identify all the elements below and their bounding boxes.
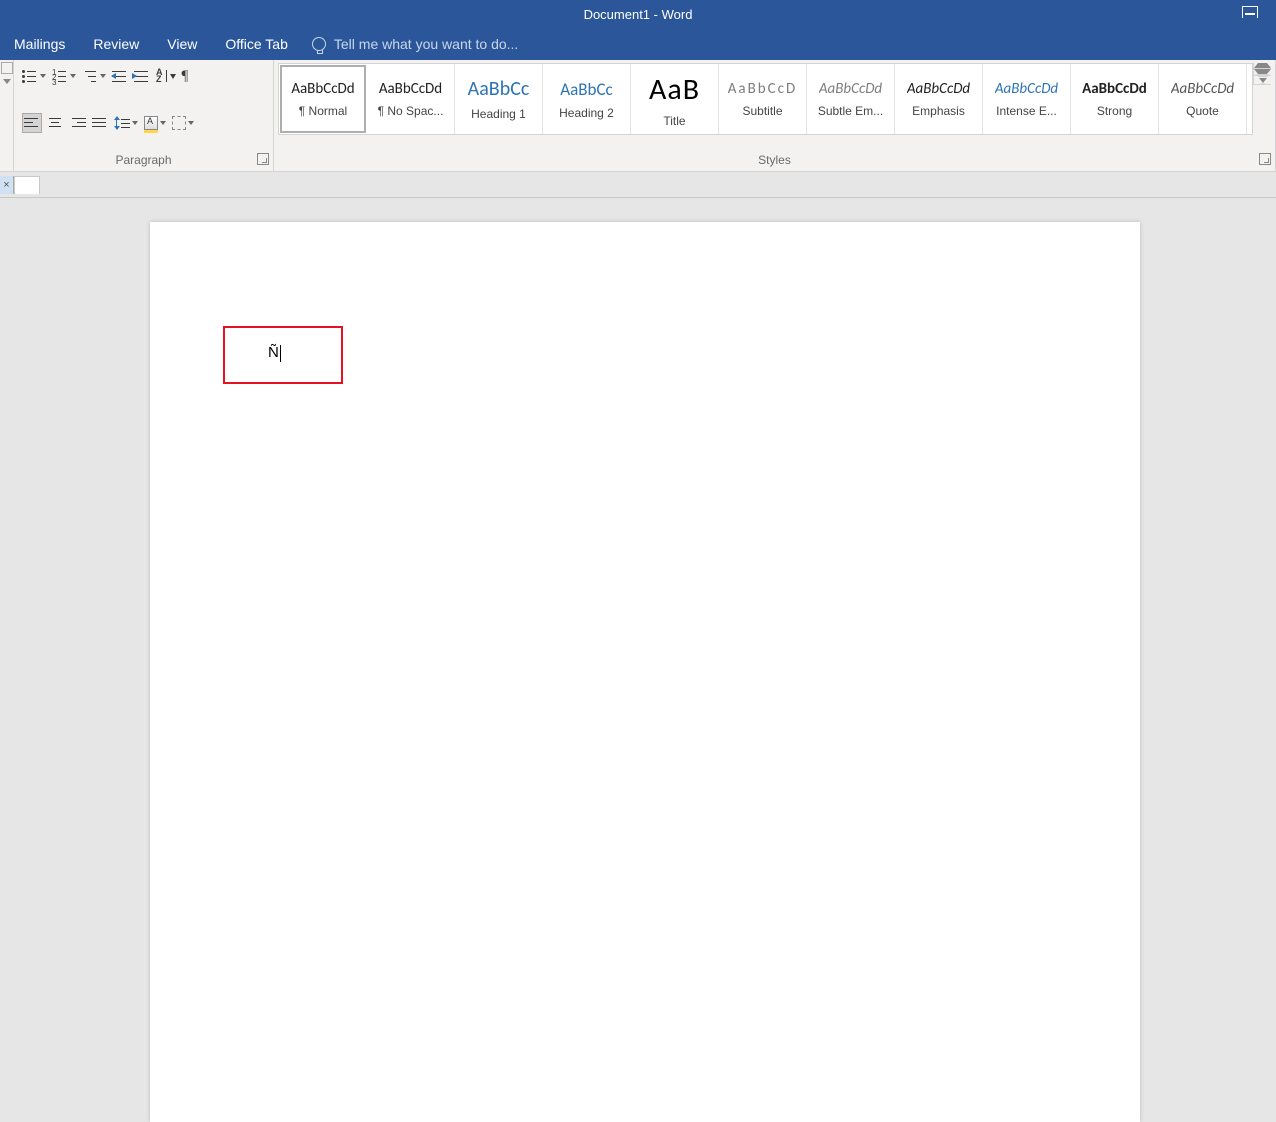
style-subtle-em-[interactable]: AaBbCcDd Subtle Em... (807, 64, 895, 134)
tab-review[interactable]: Review (79, 28, 153, 60)
gallery-down-button[interactable] (1254, 69, 1271, 76)
justify-button[interactable] (92, 113, 108, 133)
pilcrow-icon: ¶ (182, 68, 189, 85)
show-hide-paragraph-button[interactable]: ¶ (182, 66, 189, 86)
shading-icon (144, 116, 158, 130)
style-preview: AaBbCcDd (1082, 80, 1147, 98)
text-cursor (280, 345, 281, 362)
style-name: Quote (1186, 104, 1219, 118)
style-intense-e-[interactable]: AaBbCcDd Intense E... (983, 64, 1071, 134)
style--no-spac-[interactable]: AaBbCcDd ¶ No Spac... (367, 64, 455, 134)
chevron-down-icon (70, 74, 76, 78)
style-emphasis[interactable]: AaBbCcDd Emphasis (895, 64, 983, 134)
style-preview: AaBbCcDd (291, 80, 354, 98)
style-preview: AaB (649, 71, 700, 108)
borders-button[interactable] (172, 113, 194, 133)
style-subtitle[interactable]: AaBbCcD Subtitle (719, 64, 807, 134)
chevron-down-icon (132, 121, 138, 125)
styles-group: AaBbCcDd¶ NormalAaBbCcDd¶ No Spac...AaBb… (274, 60, 1276, 171)
style-name: Heading 2 (559, 106, 614, 120)
style-preview: AaBbCcDd (995, 80, 1058, 98)
style-heading-1[interactable]: AaBbCc Heading 1 (455, 64, 543, 134)
annotation-box (223, 326, 343, 384)
sort-button[interactable]: AZ (156, 66, 176, 86)
styles-gallery: AaBbCcDd¶ NormalAaBbCcDd¶ No Spac...AaBb… (278, 63, 1253, 135)
dialog-launcher-icon[interactable] (257, 153, 269, 165)
style-name: Strong (1097, 104, 1132, 118)
chevron-down-icon (160, 121, 166, 125)
ribbon-display-options-icon[interactable] (1242, 6, 1258, 18)
style-name: Emphasis (912, 104, 965, 118)
group-label-paragraph: Paragraph (14, 149, 273, 171)
style-preview: AaBbCcD (728, 80, 797, 98)
style-preview: AaBbCc (560, 79, 612, 100)
tell-me-placeholder: Tell me what you want to do... (334, 36, 518, 52)
style-name: Title (663, 114, 685, 128)
chevron-down-icon[interactable] (3, 79, 11, 84)
align-center-button[interactable] (48, 113, 64, 133)
dialog-launcher-icon[interactable] (1259, 153, 1271, 165)
chevron-down-icon (100, 74, 106, 78)
ribbon-tabs: Mailings Review View Office Tab Tell me … (0, 28, 1276, 60)
style-preview: AaBbCcDd (819, 80, 882, 98)
style-name: Heading 1 (471, 107, 526, 121)
clipboard-group-sliver (0, 60, 14, 171)
style-name: ¶ No Spac... (378, 104, 444, 118)
paragraph-group: 123 AZ (14, 60, 274, 171)
style-quote[interactable]: AaBbCcDd Quote (1159, 64, 1247, 134)
style-preview: AaBbCcDd (1171, 80, 1234, 98)
document-text[interactable]: Ñ (268, 344, 281, 362)
style-heading-2[interactable]: AaBbCc Heading 2 (543, 64, 631, 134)
chevron-down-icon (40, 74, 46, 78)
group-label (0, 149, 13, 171)
chevron-down-icon (188, 121, 194, 125)
group-label-styles: Styles (274, 149, 1275, 171)
style-preview: AaBbCcDd (907, 80, 970, 98)
close-tab-button[interactable]: × (0, 176, 14, 194)
lightbulb-icon (312, 37, 326, 51)
gallery-more-button[interactable] (1254, 76, 1271, 85)
multilevel-list-button[interactable] (82, 66, 106, 86)
decrease-indent-button[interactable] (112, 66, 128, 86)
style-preview: AaBbCcDd (379, 80, 442, 98)
style-name: ¶ Normal (299, 104, 347, 118)
numbering-button[interactable]: 123 (52, 66, 76, 86)
style-preview: AaBbCc (468, 77, 530, 101)
styles-gallery-scroller (1253, 63, 1271, 85)
window-title: Document1 - Word (584, 7, 693, 22)
document-tab[interactable] (14, 176, 40, 194)
style-name: Intense E... (996, 104, 1057, 118)
document-page[interactable]: Ñ (150, 222, 1140, 1122)
line-spacing-button[interactable] (114, 113, 138, 133)
document-area: × Ñ (0, 172, 1276, 903)
style-strong[interactable]: AaBbCcDd Strong (1071, 64, 1159, 134)
title-bar: Document1 - Word (0, 0, 1276, 28)
style--normal[interactable]: AaBbCcDd ¶ Normal (280, 65, 366, 133)
bullets-button[interactable] (22, 66, 46, 86)
document-tab-strip: × (0, 172, 1276, 198)
shading-button[interactable] (144, 113, 166, 133)
clipboard-icon[interactable] (1, 62, 13, 74)
tab-view[interactable]: View (153, 28, 211, 60)
borders-icon (172, 116, 186, 130)
style-name: Subtle Em... (818, 104, 883, 118)
increase-indent-button[interactable] (134, 66, 150, 86)
tab-mailings[interactable]: Mailings (0, 28, 79, 60)
style-name: Subtitle (742, 104, 782, 118)
style-title[interactable]: AaB Title (631, 64, 719, 134)
tell-me-search[interactable]: Tell me what you want to do... (302, 36, 518, 52)
align-left-button[interactable] (22, 113, 42, 133)
align-right-button[interactable] (70, 113, 86, 133)
ribbon: 123 AZ (0, 60, 1276, 172)
tab-office-tab[interactable]: Office Tab (211, 28, 302, 60)
